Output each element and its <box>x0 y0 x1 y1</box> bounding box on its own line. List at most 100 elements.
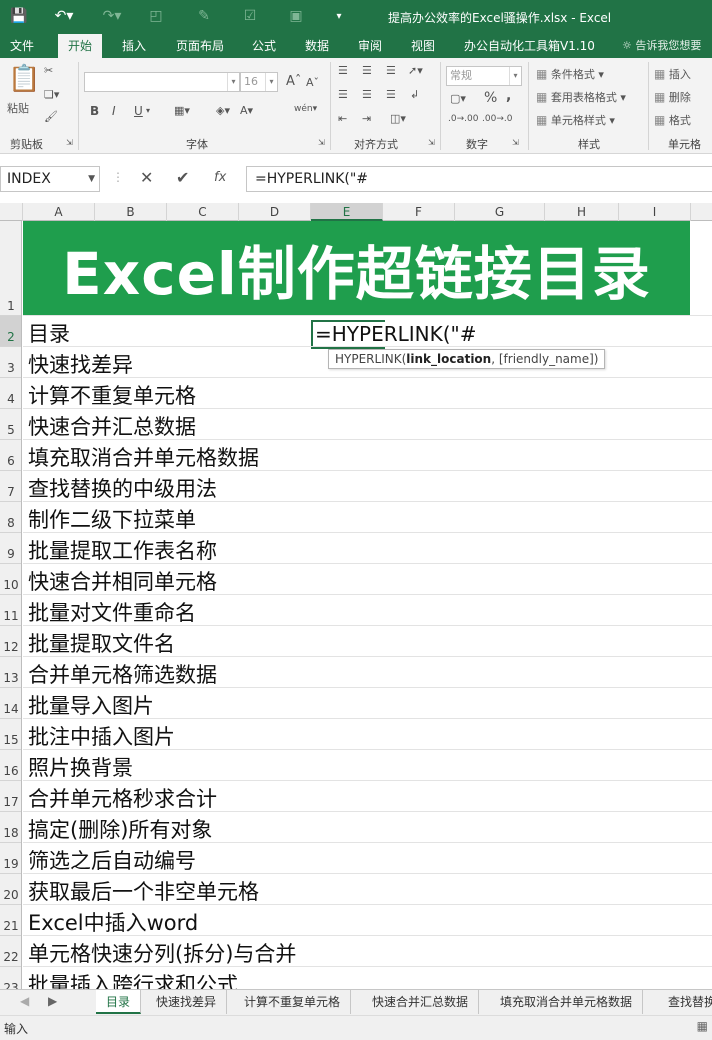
customize-qa-icon[interactable]: ▾ <box>332 6 346 26</box>
font-color-icon[interactable]: A ▾ <box>240 104 253 117</box>
italic-button[interactable]: I <box>112 104 116 118</box>
column-header-i[interactable]: I <box>619 203 691 221</box>
clipboard-launcher-icon[interactable]: ⇲ <box>66 138 73 147</box>
tab-view[interactable]: 视图 <box>411 34 435 58</box>
active-cell-text[interactable]: =HYPERLINK("# <box>315 322 477 346</box>
format-as-table-button[interactable]: ▦ 套用表格格式 ▾ <box>536 89 626 105</box>
format-painter-icon[interactable]: 🖌 <box>44 110 58 123</box>
column-header-g[interactable]: G <box>455 203 545 221</box>
fill-color-icon[interactable]: ◈▾ <box>216 104 230 117</box>
function-tooltip[interactable]: HYPERLINK(link_location, [friendly_name]… <box>328 349 606 369</box>
next-sheet-icon[interactable]: ▶ <box>48 994 57 1008</box>
row-header[interactable]: 10 <box>0 564 21 595</box>
row-header[interactable]: 18 <box>0 812 21 843</box>
orientation-icon[interactable]: ➚▾ <box>408 64 423 77</box>
border-icon[interactable]: ▦▾ <box>174 104 190 117</box>
list-item[interactable]: 合并单元格秒求合计 <box>28 783 217 813</box>
list-item[interactable]: 查找替换的中级用法 <box>28 473 217 503</box>
column-header-h[interactable]: H <box>545 203 619 221</box>
sheet-tab-1[interactable]: 快速找差异 <box>146 990 228 1014</box>
font-size-combo[interactable]: 16 ▾ <box>240 72 278 92</box>
cell-styles-button[interactable]: ▦ 单元格样式 ▾ <box>536 112 615 128</box>
decrease-indent-icon[interactable]: ⇤ <box>338 112 347 125</box>
underline-button[interactable]: U <box>134 104 143 118</box>
row-header[interactable]: 23 <box>0 967 21 989</box>
merge-center-icon[interactable]: ◫▾ <box>390 112 406 125</box>
percent-button[interactable]: % <box>484 90 497 106</box>
row-header[interactable]: 4 <box>0 378 21 409</box>
redo-icon[interactable]: ↷▾ <box>98 6 126 26</box>
format-cells-button[interactable]: ▦ 格式 <box>654 112 691 128</box>
list-item[interactable]: 单元格快速分列(拆分)与合并 <box>28 938 296 968</box>
row-header[interactable]: 5 <box>0 409 21 440</box>
underline-dropdown-icon[interactable]: ▾ <box>146 106 150 115</box>
formula-input[interactable]: =HYPERLINK("# <box>246 166 712 192</box>
enter-icon[interactable]: ✔ <box>176 168 189 187</box>
tab-insert[interactable]: 插入 <box>122 34 146 58</box>
list-item[interactable]: 批量提取文件名 <box>28 628 175 658</box>
row-header[interactable]: 12 <box>0 626 21 657</box>
align-right-icon[interactable]: ☰ <box>386 88 396 101</box>
row-header[interactable]: 6 <box>0 440 21 471</box>
sheet-tab-5[interactable]: 查找替换 <box>658 990 712 1014</box>
font-name-combo[interactable]: ▾ <box>84 72 240 92</box>
save-icon[interactable]: 💾 <box>8 6 30 26</box>
touch-mode-icon[interactable]: ◰ <box>146 6 166 26</box>
align-left-icon[interactable]: ☰ <box>338 88 348 101</box>
list-item[interactable]: 批量提取工作表名称 <box>28 535 217 565</box>
row-header[interactable]: 14 <box>0 688 21 719</box>
comma-button[interactable]: , <box>506 88 511 104</box>
font-launcher-icon[interactable]: ⇲ <box>318 138 325 147</box>
alignment-launcher-icon[interactable]: ⇲ <box>428 138 435 147</box>
row-header[interactable]: 8 <box>0 502 21 533</box>
list-item[interactable]: 快速找差异 <box>28 349 133 379</box>
paste-icon[interactable]: 📋 <box>8 64 40 94</box>
list-item[interactable]: 批注中插入图片 <box>28 721 175 751</box>
currency-icon[interactable]: ▢▾ <box>450 92 466 105</box>
cell-a2-heading[interactable]: 目录 <box>28 318 70 348</box>
list-item[interactable]: 批量导入图片 <box>28 690 154 720</box>
column-header-c[interactable]: C <box>167 203 239 221</box>
phonetic-icon[interactable]: wén ▾ <box>294 104 317 114</box>
column-header-d[interactable]: D <box>239 203 311 221</box>
column-header-b[interactable]: B <box>95 203 167 221</box>
row-header[interactable]: 21 <box>0 905 21 936</box>
select-all-corner[interactable] <box>0 203 23 221</box>
undo-icon[interactable]: ↶▾ <box>50 6 78 26</box>
row-header[interactable]: 15 <box>0 719 21 750</box>
worksheet-grid[interactable]: Excel制作超链接目录 目录 快速找差异 计算不重复单元格 快速合并汇总数据 填充取消… <box>23 221 712 989</box>
tab-home[interactable]: 开始 <box>58 34 103 58</box>
row-header[interactable]: 2 <box>0 316 21 347</box>
tab-data[interactable]: 数据 <box>305 34 329 58</box>
cut-icon[interactable]: ✂ <box>44 64 53 77</box>
middle-align-icon[interactable]: ☰ <box>362 64 372 77</box>
cancel-icon[interactable]: ✕ <box>140 168 153 187</box>
list-item[interactable]: 合并单元格筛选数据 <box>28 659 217 689</box>
column-header-a[interactable]: A <box>23 203 95 221</box>
number-launcher-icon[interactable]: ⇲ <box>512 138 519 147</box>
sheet-tab-3[interactable]: 快速合并汇总数据 <box>362 990 480 1014</box>
sheet-tab-2[interactable]: 计算不重复单元格 <box>234 990 352 1014</box>
bold-button[interactable]: B <box>90 104 99 118</box>
align-center-icon[interactable]: ☰ <box>362 88 372 101</box>
number-format-combo[interactable]: 常规 ▾ <box>446 66 522 86</box>
tell-me-box[interactable]: ☼ 告诉我您想要 <box>622 34 701 58</box>
tooltip-arg-friendly-name[interactable]: , [friendly_name]) <box>491 352 598 366</box>
sheet-tab-4[interactable]: 填充取消合并单元格数据 <box>490 990 644 1014</box>
prev-sheet-icon[interactable]: ◀ <box>20 994 29 1008</box>
conditional-format-button[interactable]: ▦ 条件格式 ▾ <box>536 66 604 82</box>
tab-file[interactable]: 文件 <box>10 34 34 58</box>
column-header-f[interactable]: F <box>383 203 455 221</box>
spell-check-icon[interactable]: ☑ <box>240 6 260 26</box>
tab-formulas[interactable]: 公式 <box>252 34 276 58</box>
decrease-decimal-button[interactable]: .00→.0 <box>482 114 512 124</box>
normal-view-icon[interactable]: ▦ <box>697 1019 708 1033</box>
row-header[interactable]: 19 <box>0 843 21 874</box>
tab-page-layout[interactable]: 页面布局 <box>176 34 224 58</box>
row-header[interactable]: 7 <box>0 471 21 502</box>
row-header[interactable]: 13 <box>0 657 21 688</box>
list-item[interactable]: 快速合并相同单元格 <box>28 566 217 596</box>
list-item[interactable]: 计算不重复单元格 <box>28 380 196 410</box>
row-header[interactable]: 9 <box>0 533 21 564</box>
row-header[interactable]: 17 <box>0 781 21 812</box>
